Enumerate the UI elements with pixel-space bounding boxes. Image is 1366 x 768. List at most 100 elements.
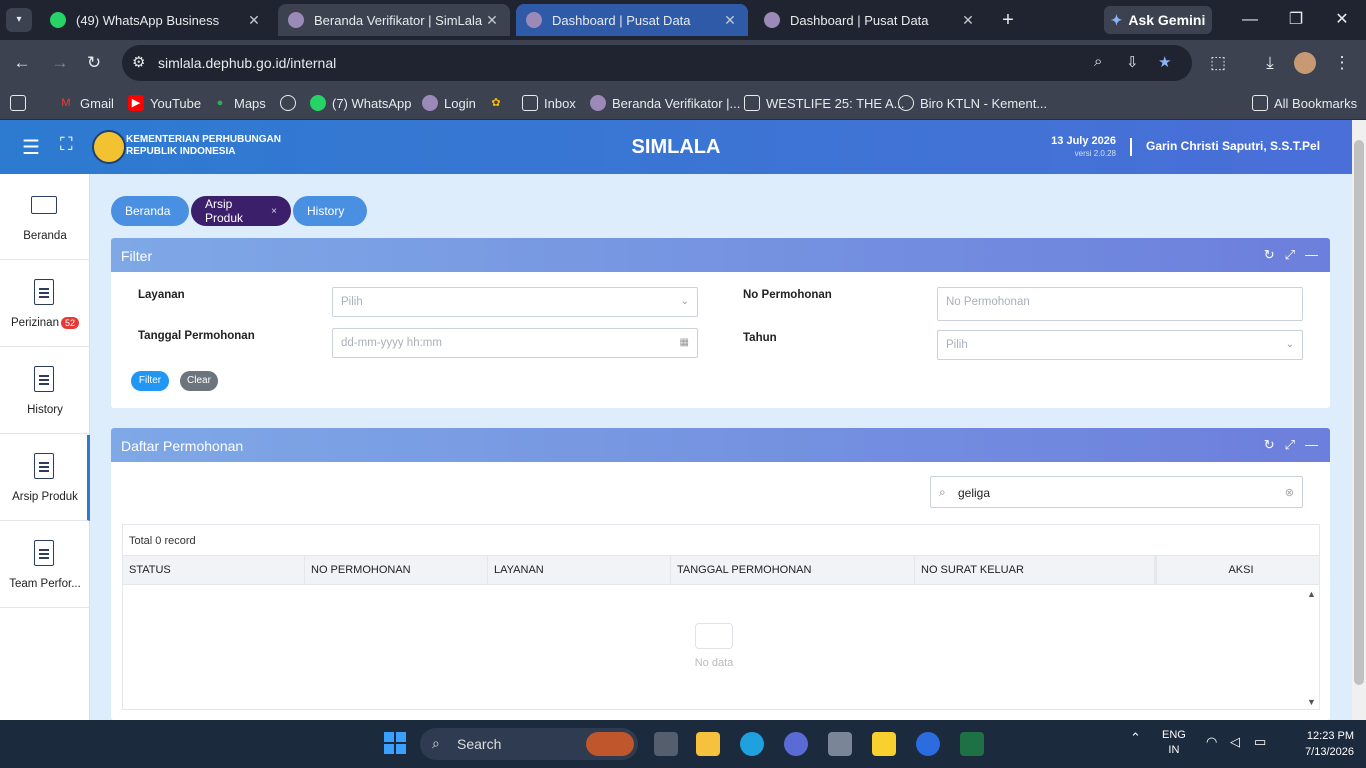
sticky-notes-icon[interactable] bbox=[872, 732, 896, 756]
wifi-icon[interactable]: ◠ bbox=[1206, 734, 1217, 750]
install-app-icon[interactable]: ⇩ bbox=[1126, 53, 1139, 71]
camera-app-icon[interactable] bbox=[828, 732, 852, 756]
extensions-icon[interactable]: ⬚ bbox=[1206, 51, 1230, 75]
filter-button[interactable]: Filter bbox=[131, 371, 169, 391]
clear-button[interactable]: Clear bbox=[180, 371, 218, 391]
column-no-surat-keluar[interactable]: NO SURAT KELUAR bbox=[915, 556, 1157, 585]
bookmark-youtube[interactable]: ▶ YouTube bbox=[128, 92, 201, 114]
scroll-down-icon[interactable]: ▼ bbox=[1307, 697, 1316, 707]
forward-button[interactable]: → bbox=[48, 51, 72, 75]
close-icon[interactable]: ✕ bbox=[246, 12, 262, 29]
bookmark-login[interactable]: Login bbox=[422, 92, 476, 114]
tanggal-input[interactable]: dd-mm-yyyy hh:mm ▦ bbox=[332, 328, 698, 358]
pinwheel-icon: ✿ bbox=[491, 97, 501, 109]
bookmark-whatsapp[interactable]: (7) WhatsApp bbox=[310, 92, 411, 114]
sidebar-item-beranda[interactable]: Beranda bbox=[0, 174, 90, 260]
tab-dashboard-1[interactable]: Dashboard | Pusat Data ✕ bbox=[516, 4, 748, 36]
minimize-icon[interactable]: — bbox=[1305, 247, 1318, 263]
taskbar-search[interactable]: ⌕ Search bbox=[420, 728, 638, 760]
clock[interactable]: 12:23 PM 7/13/2026 bbox=[1290, 728, 1354, 760]
tab-beranda-verifikator[interactable]: Beranda Verifikator | SimLala ✕ bbox=[278, 4, 510, 36]
menu-icon[interactable]: ⋮ bbox=[1330, 51, 1354, 75]
bookmark-globe[interactable] bbox=[280, 92, 302, 114]
minimize-icon[interactable]: — bbox=[1305, 437, 1318, 453]
all-bookmarks-button[interactable]: All Bookmarks bbox=[1252, 92, 1357, 114]
ask-gemini-button[interactable]: ✦ Ask Gemini bbox=[1104, 6, 1212, 34]
layanan-select[interactable]: Pilih ⌄ bbox=[332, 287, 698, 317]
apps-icon[interactable] bbox=[10, 92, 32, 114]
bookmark-label: Beranda Verifikator |... bbox=[612, 95, 741, 111]
bookmark-inbox[interactable]: Inbox bbox=[522, 92, 576, 114]
refresh-icon[interactable]: ↻ bbox=[1264, 247, 1275, 263]
scroll-up-icon[interactable]: ▲ bbox=[1307, 589, 1316, 599]
sidebar-item-history[interactable]: History bbox=[0, 348, 90, 434]
profile-avatar[interactable] bbox=[1294, 52, 1316, 74]
volume-icon[interactable]: ◁ bbox=[1230, 734, 1240, 750]
file-explorer-icon[interactable] bbox=[696, 732, 720, 756]
tab-title: Beranda Verifikator | SimLala bbox=[314, 12, 483, 28]
new-tab-button[interactable]: + bbox=[996, 8, 1020, 32]
bookmark-pinwheel[interactable]: ✿ bbox=[488, 92, 510, 114]
close-icon[interactable]: ✕ bbox=[722, 12, 738, 29]
chevron-down-icon: ⌄ bbox=[1285, 339, 1294, 350]
search-input[interactable]: ⌕ geliga ⊗ bbox=[930, 476, 1303, 508]
start-button[interactable] bbox=[384, 732, 406, 754]
column-status[interactable]: STATUS bbox=[123, 556, 305, 585]
address-bar[interactable]: ⚙ simlala.dephub.go.id/internal ⌕ ⇩ ★ bbox=[122, 45, 1192, 81]
close-icon[interactable]: × bbox=[271, 206, 277, 217]
copilot-icon[interactable] bbox=[784, 732, 808, 756]
tab-search-button[interactable]: ▾ bbox=[6, 8, 32, 32]
sidebar-item-arsip-produk[interactable]: Arsip Produk bbox=[0, 435, 90, 521]
column-layanan[interactable]: LAYANAN bbox=[488, 556, 671, 585]
region-code: IN bbox=[1168, 744, 1180, 756]
language-indicator[interactable]: ENG IN bbox=[1162, 728, 1186, 758]
close-icon[interactable]: ✕ bbox=[960, 12, 976, 29]
expand-icon[interactable]: ⤢ bbox=[1285, 247, 1295, 263]
sidebar-item-team-performance[interactable]: Team Perfor... bbox=[0, 522, 90, 608]
sidebar: Beranda Perizinan 52 History Arsip Produk… bbox=[0, 174, 90, 720]
youtube-icon: ▶ bbox=[128, 95, 144, 111]
minimize-button[interactable]: — bbox=[1238, 8, 1262, 32]
system-tray-chevron-icon[interactable]: ⌃ bbox=[1130, 730, 1141, 746]
bookmark-biro-ktln[interactable]: Biro KTLN - Kement... bbox=[898, 92, 1047, 114]
no-permohonan-input[interactable]: No Permohonan bbox=[937, 287, 1303, 321]
maximize-button[interactable]: ❐ bbox=[1284, 8, 1308, 32]
bookmark-gmail[interactable]: M Gmail bbox=[58, 92, 114, 114]
search-icon: ⌕ bbox=[939, 485, 946, 499]
page-scrollbar-thumb[interactable] bbox=[1354, 140, 1364, 685]
back-button[interactable]: ← bbox=[10, 51, 34, 75]
refresh-icon[interactable]: ↻ bbox=[1264, 437, 1275, 453]
expand-icon[interactable]: ⤢ bbox=[1285, 437, 1295, 453]
tahun-select[interactable]: Pilih ⌄ bbox=[937, 330, 1303, 360]
bookmark-label: Inbox bbox=[544, 95, 576, 111]
url-text[interactable]: simlala.dephub.go.id/internal bbox=[158, 55, 336, 71]
tab-dashboard-2[interactable]: Dashboard | Pusat Data ✕ bbox=[754, 4, 986, 36]
edge-icon[interactable] bbox=[740, 732, 764, 756]
search-value: geliga bbox=[958, 486, 991, 500]
tahun-label: Tahun bbox=[743, 332, 777, 344]
site-info-icon[interactable]: ⚙ bbox=[132, 53, 145, 71]
reload-button[interactable]: ↻ bbox=[82, 51, 106, 75]
chrome-icon[interactable] bbox=[916, 732, 940, 756]
page-tab-history[interactable]: History bbox=[293, 196, 367, 226]
bookmark-maps[interactable]: ● Maps bbox=[212, 92, 266, 114]
close-icon[interactable]: ✕ bbox=[484, 12, 500, 29]
task-view-icon[interactable] bbox=[654, 732, 678, 756]
excel-icon[interactable] bbox=[960, 732, 984, 756]
page-tab-arsip-produk[interactable]: Arsip Produk × bbox=[191, 196, 291, 226]
download-icon[interactable]: ⤓ bbox=[1258, 51, 1282, 75]
battery-icon[interactable]: ▭ bbox=[1254, 734, 1266, 750]
bookmark-beranda-verifikator[interactable]: Beranda Verifikator |... bbox=[590, 92, 740, 114]
bookmark-westlife[interactable]: WESTLIFE 25: THE A... bbox=[744, 92, 904, 114]
tab-whatsapp[interactable]: (49) WhatsApp Business ✕ bbox=[40, 4, 272, 36]
bookmark-star-icon[interactable]: ★ bbox=[1158, 53, 1171, 71]
zoom-icon[interactable]: ⌕ bbox=[1094, 53, 1102, 70]
column-no-permohonan[interactable]: NO PERMOHONAN bbox=[305, 556, 488, 585]
close-window-button[interactable]: ✕ bbox=[1330, 8, 1354, 32]
sidebar-item-perizinan[interactable]: Perizinan 52 bbox=[0, 261, 90, 347]
user-name[interactable]: Garin Christi Saputri, S.S.T.Pel bbox=[1146, 139, 1320, 153]
daftar-panel-header: Daftar Permohonan ↻ ⤢ — bbox=[111, 428, 1330, 462]
page-tab-beranda[interactable]: Beranda bbox=[111, 196, 189, 226]
column-tanggal-permohonan[interactable]: TANGGAL PERMOHONAN bbox=[671, 556, 915, 585]
clear-search-icon[interactable]: ⊗ bbox=[1285, 486, 1294, 499]
